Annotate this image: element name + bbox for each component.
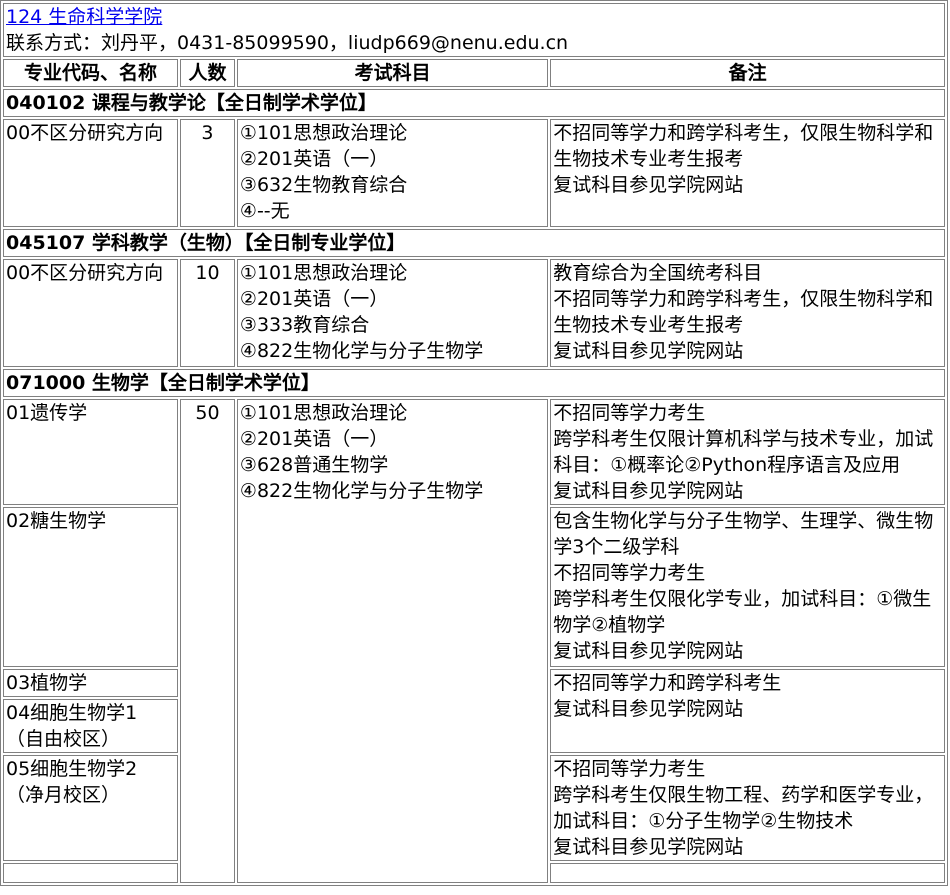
enrollment-count: 10: [179, 259, 235, 367]
subject-item: ④822生物化学与分子生物学: [239, 340, 484, 362]
note-item: 复试科目参见学院网站: [553, 698, 744, 720]
enrollment-count: 50: [179, 399, 235, 883]
note-item: 复试科目参见学院网站: [553, 340, 744, 362]
enrollment-count: 3: [179, 119, 235, 227]
direction-row: 01遗传学 50 ①101思想政治理论 ②201英语（一） ③628普通生物学 …: [3, 399, 945, 883]
note-item: 包含生物化学与分子生物学、生理学、微生物学3个二级学科: [553, 510, 934, 558]
direction-row: 00不区分研究方向 10 ①101思想政治理论 ②201英语（一） ③333教育…: [3, 259, 945, 367]
major-title-row: 071000 生物学【全日制学术学位】: [3, 369, 945, 397]
major-title: 045107 学科教学（生物）【全日制专业学位】: [3, 229, 945, 257]
major-title: 071000 生物学【全日制学术学位】: [3, 369, 945, 397]
admissions-catalog-table: 124 生命科学学院 联系方式：刘丹平，0431-85099590，liudp6…: [0, 0, 948, 886]
direction-name-cut-off: [3, 863, 178, 883]
subject-item: ④822生物化学与分子生物学: [239, 480, 484, 502]
subject-item: ②201英语（一）: [239, 428, 389, 450]
subject-item: ④--无: [239, 200, 290, 222]
direction-row: 00不区分研究方向 3 ①101思想政治理论 ②201英语（一） ③632生物教…: [3, 119, 945, 227]
note-item: 跨学科考生仅限化学专业，加试科目：①微生物学②植物学: [553, 588, 932, 636]
note-item: 复试科目参见学院网站: [553, 480, 744, 502]
subject-item: ①101思想政治理论: [239, 262, 408, 284]
notes-cut-off: [550, 863, 945, 883]
column-header-row: 专业代码、名称 人数 考试科目 备注: [3, 59, 945, 87]
direction-name: 04细胞生物学1（自由校区）: [3, 699, 178, 753]
major-title-row: 045107 学科教学（生物）【全日制专业学位】: [3, 229, 945, 257]
school-header-cell: 124 生命科学学院 联系方式：刘丹平，0431-85099590，liudp6…: [3, 3, 945, 57]
column-header-count: 人数: [179, 59, 235, 87]
exam-subjects: ①101思想政治理论 ②201英语（一） ③632生物教育综合 ④--无: [236, 119, 549, 227]
notes: 包含生物化学与分子生物学、生理学、微生物学3个二级学科 不招同等学力考生 跨学科…: [550, 507, 945, 667]
note-item: 不招同等学力考生: [553, 402, 706, 424]
subject-item: ③333教育综合: [239, 314, 370, 336]
exam-subjects: ①101思想政治理论 ②201英语（一） ③333教育综合 ④822生物化学与分…: [236, 259, 549, 367]
column-header-notes: 备注: [550, 59, 945, 87]
subject-item: ①101思想政治理论: [239, 122, 408, 144]
note-item: 不招同等学力和跨学科考生，仅限生物科学和生物技术专业考生报考: [553, 122, 934, 170]
major-title-row: 040102 课程与教学论【全日制学术学位】: [3, 89, 945, 117]
direction-name: 00不区分研究方向: [3, 259, 178, 367]
major-title: 040102 课程与教学论【全日制学术学位】: [3, 89, 945, 117]
column-header-subjects: 考试科目: [236, 59, 549, 87]
direction-name: 00不区分研究方向: [3, 119, 178, 227]
school-link[interactable]: 124 生命科学学院: [6, 6, 162, 28]
school-header-row: 124 生命科学学院 联系方式：刘丹平，0431-85099590，liudp6…: [3, 3, 945, 57]
column-header-major: 专业代码、名称: [3, 59, 178, 87]
notes: 不招同等学力考生 跨学科考生仅限计算机科学与技术专业，加试科目：①概率论②Pyt…: [550, 399, 945, 505]
note-item: 跨学科考生仅限计算机科学与技术专业，加试科目：①概率论②Python程序语言及应…: [553, 428, 934, 476]
subject-item: ③632生物教育综合: [239, 174, 408, 196]
notes: 不招同等学力和跨学科考生 复试科目参见学院网站: [550, 669, 945, 753]
note-item: 不招同等学力考生: [553, 562, 706, 584]
direction-name: 01遗传学: [3, 399, 178, 505]
notes: 不招同等学力考生 跨学科考生仅限生物工程、药学和医学专业，加试科目：①分子生物学…: [550, 755, 945, 861]
note-item: 跨学科考生仅限生物工程、药学和医学专业，加试科目：①分子生物学②生物技术: [553, 784, 934, 832]
direction-name: 02糖生物学: [3, 507, 178, 667]
note-item: 复试科目参见学院网站: [553, 836, 744, 858]
note-item: 不招同等学力考生: [553, 758, 706, 780]
note-item: 不招同等学力和跨学科考生: [553, 672, 782, 694]
direction-name: 03植物学: [3, 669, 178, 697]
note-item: 不招同等学力和跨学科考生，仅限生物科学和生物技术专业考生报考: [553, 288, 934, 336]
notes: 教育综合为全国统考科目 不招同等学力和跨学科考生，仅限生物科学和生物技术专业考生…: [550, 259, 945, 367]
exam-subjects: ①101思想政治理论 ②201英语（一） ③628普通生物学 ④822生物化学与…: [236, 399, 549, 883]
subject-item: ②201英语（一）: [239, 288, 389, 310]
contact-info: 联系方式：刘丹平，0431-85099590，liudp669@nenu.edu…: [6, 32, 569, 54]
direction-name: 05细胞生物学2（净月校区）: [3, 755, 178, 861]
subject-item: ②201英语（一）: [239, 148, 389, 170]
notes: 不招同等学力和跨学科考生，仅限生物科学和生物技术专业考生报考 复试科目参见学院网…: [550, 119, 945, 227]
note-item: 复试科目参见学院网站: [553, 174, 744, 196]
subject-item: ③628普通生物学: [239, 454, 389, 476]
note-item: 教育综合为全国统考科目: [553, 262, 763, 284]
note-item: 复试科目参见学院网站: [553, 640, 744, 662]
subject-item: ①101思想政治理论: [239, 402, 408, 424]
